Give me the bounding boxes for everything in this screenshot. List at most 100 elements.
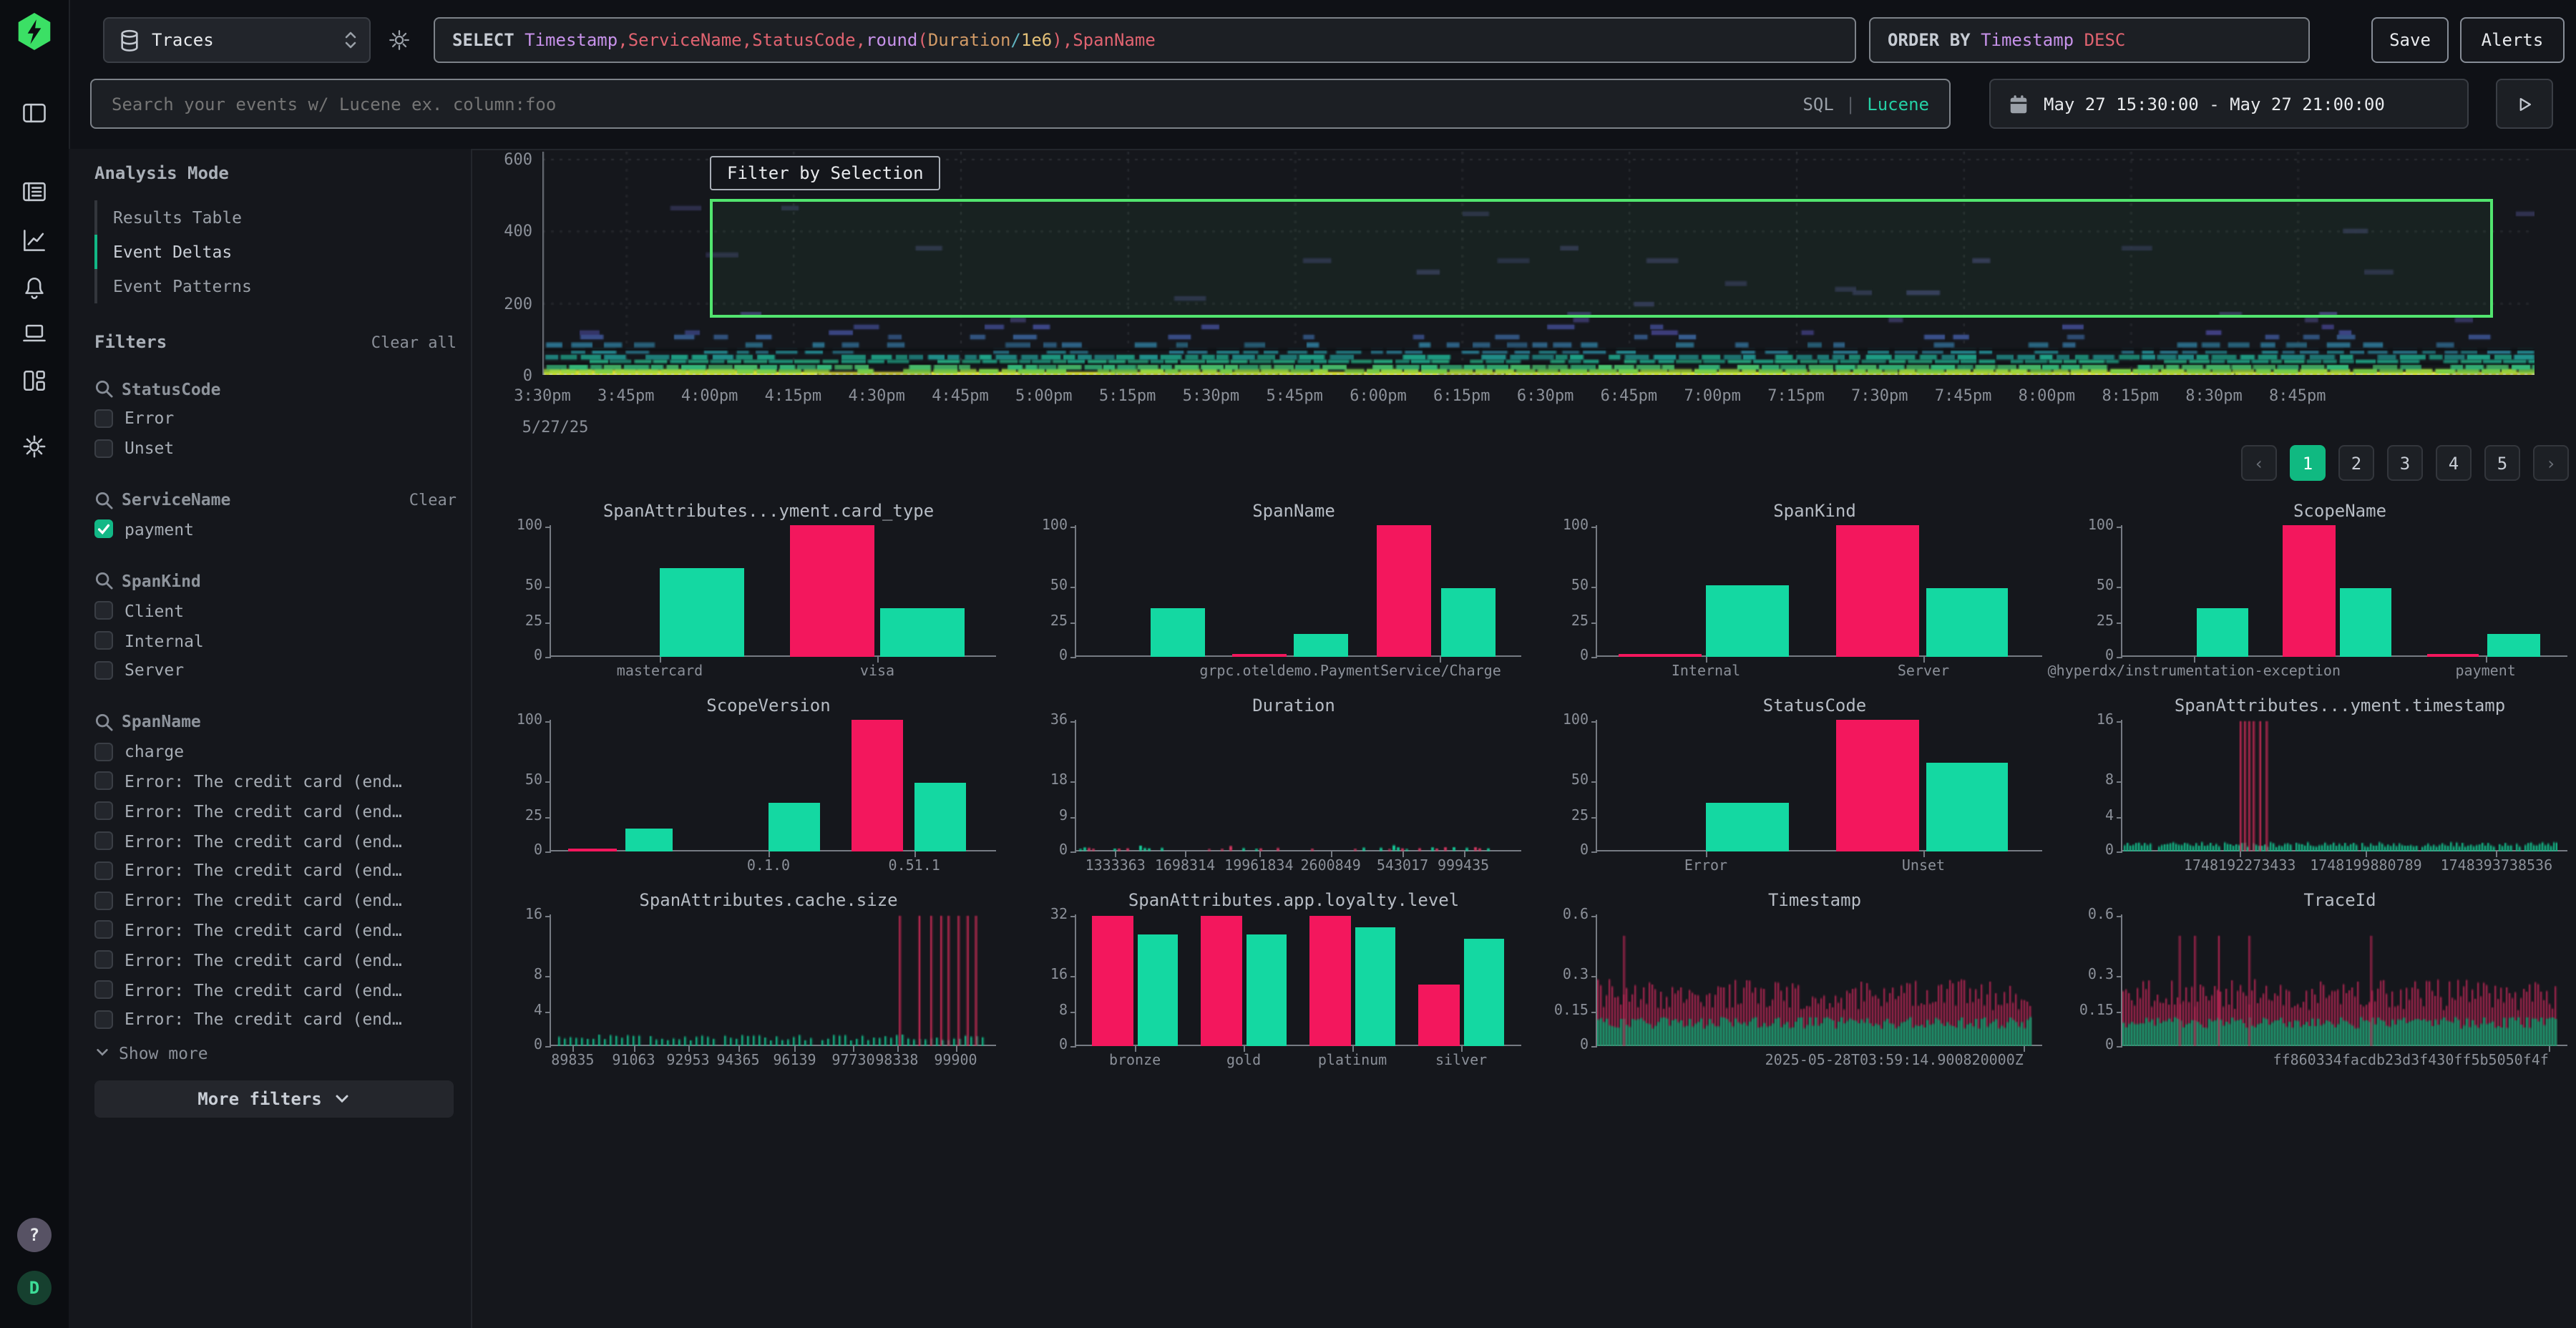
- filter-group-header[interactable]: SpanName: [94, 707, 459, 737]
- chart-y-tick-label: 32: [1010, 907, 1068, 923]
- chart-y-tick-label: 25: [1010, 613, 1068, 629]
- show-more-toggle[interactable]: Show more: [94, 1040, 459, 1066]
- heatmap-selection[interactable]: [710, 198, 2493, 317]
- checkbox[interactable]: [94, 802, 113, 821]
- pagination-page-5[interactable]: 5: [2484, 445, 2520, 481]
- filter-group-header[interactable]: StatusCode: [94, 374, 459, 404]
- chart-y-tick-label: 16: [485, 907, 542, 923]
- pagination: ‹ 12345 ›: [2241, 445, 2569, 481]
- filter-group-header[interactable]: ServiceNameClear: [94, 484, 459, 514]
- clear-all-filters-link[interactable]: Clear all: [371, 333, 457, 351]
- chart-y-tick-label: 0.3: [1531, 967, 1589, 983]
- checkbox[interactable]: [94, 661, 113, 680]
- pagination-page-3[interactable]: 3: [2387, 445, 2423, 481]
- query-token: /: [1010, 30, 1020, 50]
- filter-option[interactable]: Internal: [94, 625, 459, 655]
- filter-option[interactable]: Error: The credit card (end…: [94, 975, 459, 1005]
- dashboards-icon[interactable]: [20, 366, 49, 395]
- date-range-value: May 27 15:30:00 - May 27 21:00:00: [2044, 94, 2385, 114]
- checkbox[interactable]: [94, 520, 113, 539]
- analysis-mode-item-results-table[interactable]: Results Table: [94, 200, 459, 235]
- chart-bar: [1377, 525, 1431, 657]
- save-button-label: Save: [2389, 30, 2431, 50]
- run-query-button[interactable]: [2496, 79, 2553, 129]
- chart-y-tick-label: 0: [2057, 648, 2114, 664]
- checkbox[interactable]: [94, 861, 113, 880]
- chart-bar: [1463, 938, 1505, 1046]
- search-logs-icon[interactable]: [20, 177, 49, 206]
- filter-option[interactable]: Error: [94, 404, 459, 434]
- filter-option[interactable]: Error: The credit card (end…: [94, 766, 459, 796]
- pagination-next[interactable]: ›: [2533, 445, 2569, 481]
- search-input[interactable]: [92, 80, 1802, 127]
- pagination-page-2[interactable]: 2: [2338, 445, 2374, 481]
- chart-y-tick: [1070, 657, 1076, 658]
- chart-explorer-icon[interactable]: [20, 226, 49, 255]
- user-avatar[interactable]: D: [17, 1271, 52, 1305]
- toggle-sql-label[interactable]: SQL: [1802, 94, 1833, 114]
- chart-x-tick-label: payment: [2456, 664, 2516, 680]
- analysis-mode-item-event-deltas[interactable]: Event Deltas: [94, 235, 459, 269]
- alerts-button[interactable]: Alerts: [2460, 17, 2565, 63]
- source-settings-gear-icon[interactable]: [386, 27, 412, 53]
- filter-option[interactable]: Error: The credit card (end…: [94, 856, 459, 886]
- filter-option[interactable]: Error: The credit card (end…: [94, 796, 459, 826]
- pagination-prev[interactable]: ‹: [2241, 445, 2277, 481]
- toggle-lucene-label[interactable]: Lucene: [1867, 94, 1929, 114]
- checkbox[interactable]: [94, 439, 113, 457]
- filter-group-name: StatusCode: [122, 379, 221, 399]
- filter-option[interactable]: Client: [94, 596, 459, 626]
- filter-group-header[interactable]: SpanKind: [94, 566, 459, 596]
- filter-option[interactable]: Error: The credit card (end…: [94, 886, 459, 916]
- date-range-picker[interactable]: May 27 15:30:00 - May 27 21:00:00: [1989, 79, 2469, 129]
- search-bar[interactable]: SQL | Lucene: [90, 79, 1951, 129]
- help-button[interactable]: ?: [17, 1218, 52, 1252]
- checkbox[interactable]: [94, 831, 113, 850]
- filter-by-selection-tooltip[interactable]: Filter by Selection: [710, 156, 941, 190]
- source-select[interactable]: Traces: [103, 17, 371, 63]
- chart-x-tick: [914, 851, 916, 857]
- chart-x-tick-label: 97730: [831, 1053, 874, 1069]
- checkbox[interactable]: [94, 772, 113, 791]
- filter-option[interactable]: Error: The credit card (end…: [94, 915, 459, 945]
- filter-option[interactable]: payment: [94, 514, 459, 545]
- settings-gear-icon[interactable]: [20, 432, 49, 461]
- checkbox[interactable]: [94, 409, 113, 428]
- hyperdx-logo[interactable]: [16, 11, 53, 52]
- chart-title: SpanKind: [1597, 501, 2032, 521]
- sessions-laptop-icon[interactable]: [20, 319, 49, 348]
- checkbox[interactable]: [94, 980, 113, 999]
- checkbox[interactable]: [94, 951, 113, 970]
- save-button[interactable]: Save: [2371, 17, 2449, 63]
- chart-canvas: [1076, 720, 1511, 851]
- side-panel-icon[interactable]: [20, 99, 49, 127]
- order-by-editor[interactable]: ORDER BY Timestamp DESC: [1869, 17, 2310, 63]
- query-language-toggle[interactable]: SQL | Lucene: [1802, 94, 1949, 114]
- checkbox[interactable]: [94, 891, 113, 909]
- more-filters-button[interactable]: More filters: [94, 1080, 454, 1118]
- analysis-mode-item-event-patterns[interactable]: Event Patterns: [94, 269, 459, 303]
- pagination-page-1[interactable]: 1: [2290, 445, 2326, 481]
- select-query-editor[interactable]: SELECT Timestamp,ServiceName,StatusCode,…: [434, 17, 1856, 63]
- checkbox[interactable]: [94, 631, 113, 650]
- chart-y-tick: [1070, 851, 1076, 853]
- filter-option[interactable]: Unset: [94, 434, 459, 464]
- chart-y-tick: [1591, 721, 1597, 723]
- checkbox[interactable]: [94, 742, 113, 761]
- chart-y-tick: [1591, 916, 1597, 917]
- checkbox[interactable]: [94, 921, 113, 939]
- checkbox[interactable]: [94, 1010, 113, 1029]
- query-token: DESC: [2084, 30, 2126, 50]
- filter-option[interactable]: Error: The credit card (end…: [94, 1005, 459, 1035]
- chart-x-tick-label: bronze: [1109, 1053, 1161, 1069]
- clear-filter-link[interactable]: Clear: [409, 490, 457, 509]
- chart-bar: [1150, 607, 1204, 657]
- checkbox[interactable]: [94, 602, 113, 620]
- filter-option[interactable]: charge: [94, 737, 459, 767]
- filter-option[interactable]: Server: [94, 655, 459, 685]
- pagination-page-4[interactable]: 4: [2436, 445, 2472, 481]
- alerts-bell-icon[interactable]: [20, 273, 49, 302]
- filter-option[interactable]: Error: The credit card (end…: [94, 945, 459, 975]
- chart-x-tick: [854, 1046, 855, 1052]
- filter-option[interactable]: Error: The credit card (end…: [94, 826, 459, 856]
